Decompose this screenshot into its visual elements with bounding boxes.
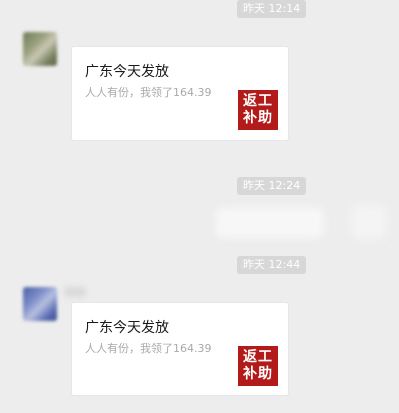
thumbnail-text-line1: 返工	[243, 349, 273, 365]
blurred-avatar	[352, 205, 386, 239]
card-title: 广东今天发放	[85, 64, 169, 80]
timestamp-badge: 昨天 12:44	[237, 256, 307, 274]
link-card[interactable]: 广东今天发放 人人有份，我领了164.39 返工 补助	[71, 302, 289, 396]
avatar[interactable]	[23, 287, 57, 321]
timestamp-badge: 昨天 12:14	[237, 0, 307, 18]
timestamp-badge: 昨天 12:24	[237, 177, 307, 195]
avatar[interactable]	[23, 32, 57, 66]
card-description: 人人有份，我领了164.39	[85, 342, 212, 355]
thumbnail-text-line1: 返工	[243, 93, 273, 109]
blurred-message-bubble	[216, 208, 324, 238]
card-description: 人人有份，我领了164.39	[85, 86, 212, 99]
card-thumbnail: 返工 补助	[238, 346, 278, 386]
thumbnail-text-line2: 补助	[243, 366, 273, 382]
card-thumbnail: 返工 补助	[238, 90, 278, 130]
card-title: 广东今天发放	[85, 320, 169, 336]
thumbnail-text-line2: 补助	[243, 110, 273, 126]
link-card[interactable]: 广东今天发放 人人有份，我领了164.39 返工 补助	[71, 46, 289, 141]
blurred-username	[64, 287, 86, 297]
